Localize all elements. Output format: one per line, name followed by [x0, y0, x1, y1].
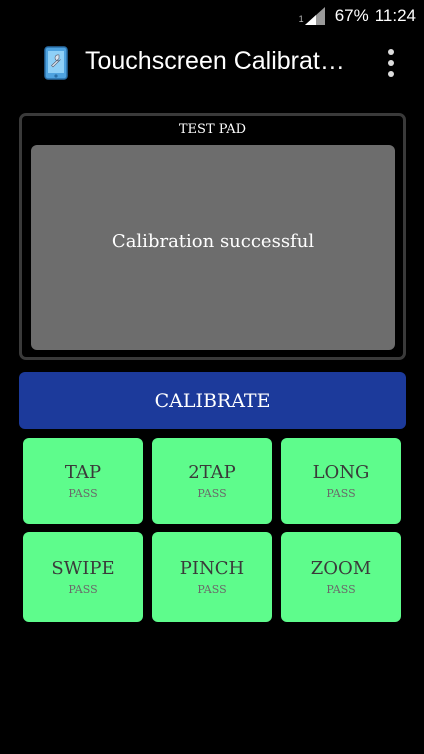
test-pad-message: Calibration successful [111, 231, 315, 252]
gesture-name: PINCH [179, 558, 245, 579]
calibrate-button[interactable]: CALIBRATE [19, 372, 406, 429]
overflow-dot [388, 71, 394, 77]
status-bar: 1 67% 11:24 [0, 0, 424, 32]
gesture-status: PASS [326, 583, 356, 596]
app-title: Touchscreen Calibrat… [85, 47, 345, 75]
overflow-dot [388, 60, 394, 66]
overflow-dot [388, 49, 394, 55]
gesture-tile-long: LONG PASS [281, 438, 401, 524]
gesture-status: PASS [197, 487, 227, 500]
gesture-tile-zoom: ZOOM PASS [281, 532, 401, 622]
gesture-status: PASS [68, 487, 98, 500]
gesture-status: PASS [197, 583, 227, 596]
gesture-name: LONG [312, 462, 370, 483]
test-pad-area[interactable]: Calibration successful [31, 145, 395, 350]
battery-percent: 67% [334, 6, 369, 25]
signal-icon [304, 7, 325, 25]
gesture-name: 2TAP [188, 462, 236, 483]
gesture-tile-tap: TAP PASS [23, 438, 143, 524]
test-pad-frame: TEST PAD Calibration successful [19, 113, 406, 360]
sim-slot-label: 1 [298, 14, 304, 24]
test-pad-label: TEST PAD [178, 122, 247, 137]
gesture-tile-2tap: 2TAP PASS [152, 438, 272, 524]
app-bar: Touchscreen Calibrat… [0, 32, 424, 94]
gesture-status: PASS [326, 487, 356, 500]
gesture-tile-pinch: PINCH PASS [152, 532, 272, 622]
gesture-name: TAP [64, 462, 102, 483]
gesture-tile-swipe: SWIPE PASS [23, 532, 143, 622]
gesture-name: SWIPE [51, 558, 115, 579]
clock-time: 11:24 [374, 6, 416, 25]
gesture-status: PASS [68, 583, 98, 596]
signal-indicator: 1 [299, 7, 325, 25]
gesture-name: ZOOM [310, 558, 372, 579]
app-phone-wrench-icon [44, 46, 68, 80]
overflow-menu-icon[interactable] [378, 46, 404, 80]
